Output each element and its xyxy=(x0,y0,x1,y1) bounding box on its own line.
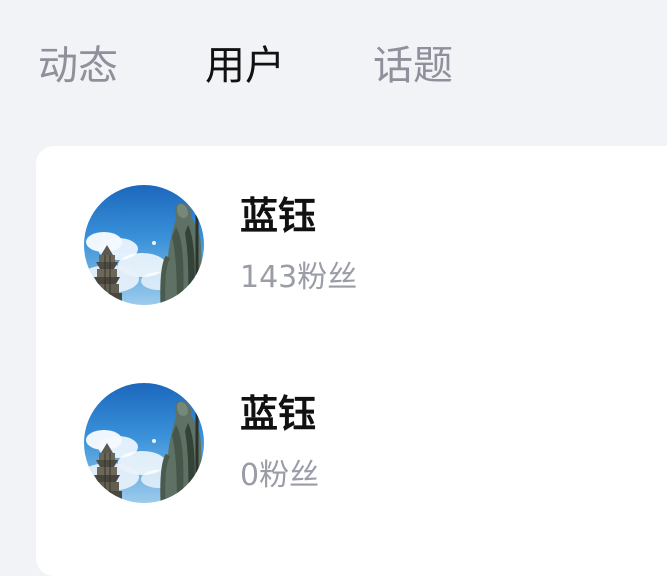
user-name: 蓝钰 xyxy=(240,392,317,436)
follower-count: 0粉丝 xyxy=(240,458,320,493)
tab-users[interactable]: 用户 xyxy=(205,38,285,94)
avatar-icon[interactable] xyxy=(84,185,204,305)
tab-topics[interactable]: 话题 xyxy=(373,38,453,94)
tab-bar: 动态 用户 话题 xyxy=(0,0,667,140)
user-name: 蓝钰 xyxy=(240,194,317,238)
follower-count: 143粉丝 xyxy=(240,260,358,295)
user-list-item[interactable]: 蓝钰 0粉丝 xyxy=(36,380,667,510)
user-results-card: 蓝钰 143粉丝 蓝钰 0粉丝 xyxy=(36,146,667,576)
avatar-icon[interactable] xyxy=(84,383,204,503)
user-list-item[interactable]: 蓝钰 143粉丝 xyxy=(36,182,667,312)
tab-dynamics[interactable]: 动态 xyxy=(38,38,118,94)
